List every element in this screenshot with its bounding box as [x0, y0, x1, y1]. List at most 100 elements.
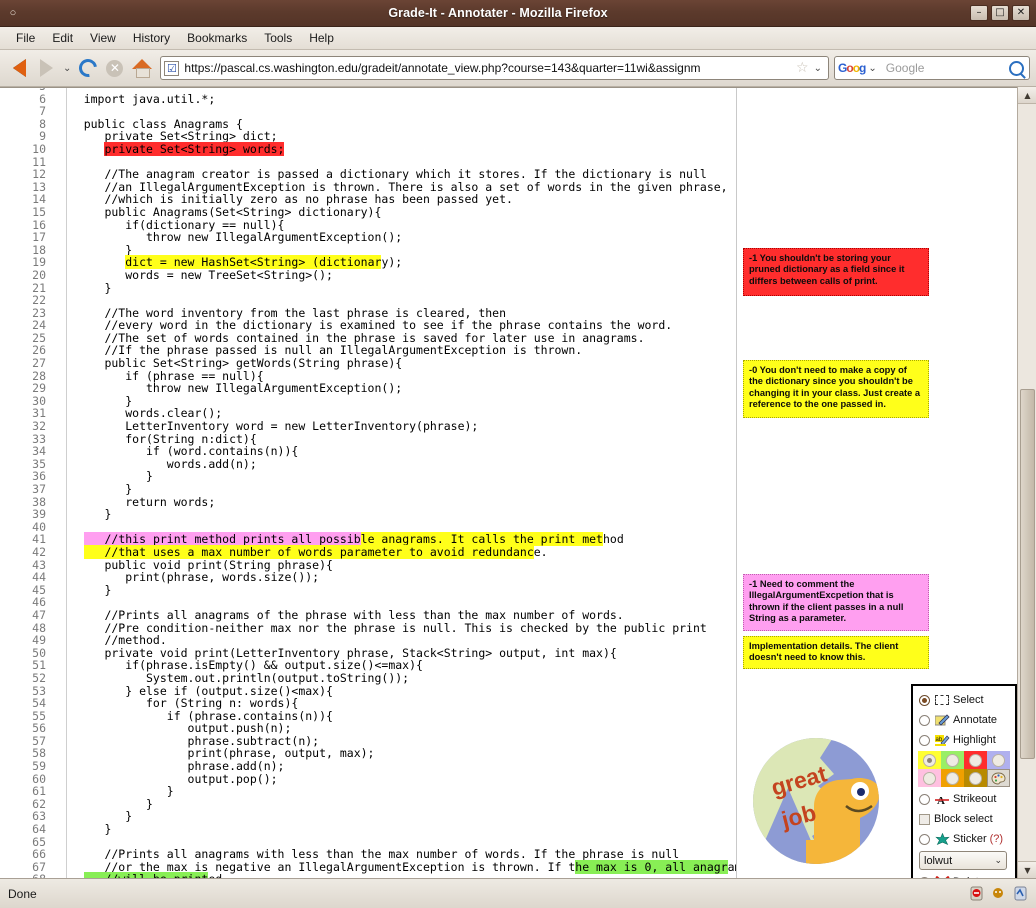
- tool-option-sticker[interactable]: Sticker (?): [919, 829, 1015, 849]
- strikeout-radio[interactable]: [919, 793, 930, 805]
- url-bar[interactable]: ☑ https://pascal.cs.washington.edu/grade…: [160, 56, 829, 80]
- color-swatch-yellow[interactable]: [918, 751, 941, 769]
- tool-label-select: Select: [953, 694, 984, 706]
- great-job-sticker[interactable]: great job: [742, 736, 890, 866]
- annotate-radio[interactable]: [919, 714, 930, 726]
- color-swatch-pink[interactable]: [918, 769, 941, 787]
- tool-label-annotate: Annotate: [953, 714, 998, 726]
- forward-button[interactable]: [33, 55, 60, 82]
- search-icon[interactable]: [1009, 60, 1024, 76]
- scrollbar-thumb[interactable]: [1020, 389, 1035, 759]
- menu-tools[interactable]: Tools: [256, 29, 301, 47]
- url-input[interactable]: https://pascal.cs.washington.edu/gradeit…: [179, 61, 794, 75]
- color-swatch-dark-gold[interactable]: [964, 769, 987, 787]
- google-logo-icon[interactable]: Goog: [838, 62, 866, 74]
- annotation-text: -0 You don't need to make a copy of the …: [749, 365, 921, 410]
- star-sticker-icon: [934, 832, 950, 846]
- tool-option-strikeout[interactable]: A Strikeout: [919, 789, 1015, 809]
- line-number: 57: [32, 733, 46, 748]
- annotation-text: Implementation details. The client doesn…: [749, 641, 899, 663]
- tool-option-annotate[interactable]: Annotate: [919, 710, 1015, 730]
- line-number: 64: [32, 822, 46, 837]
- menu-edit[interactable]: Edit: [44, 29, 82, 47]
- scroll-down-button[interactable]: ▼: [1018, 861, 1036, 878]
- site-identity-icon[interactable]: ☑: [164, 60, 180, 76]
- line-number: 51: [32, 658, 46, 673]
- sticker-help-link[interactable]: (?): [990, 833, 1003, 845]
- search-engine-dropdown-icon[interactable]: ⌄: [865, 63, 879, 74]
- line-number: 12: [32, 167, 46, 182]
- greasemonkey-icon[interactable]: [990, 885, 1006, 903]
- maximize-button[interactable]: □: [991, 5, 1009, 21]
- tool-option-block-select[interactable]: Block select: [919, 809, 1015, 829]
- line-number: 48: [32, 620, 46, 635]
- line-number: 66: [32, 847, 46, 862]
- tool-option-select[interactable]: Select: [919, 690, 1015, 710]
- annotation-note[interactable]: -1 Need to comment the IllegalArgumentEx…: [743, 574, 929, 631]
- menu-bookmarks[interactable]: Bookmarks: [179, 29, 256, 47]
- menu-view[interactable]: View: [82, 29, 125, 47]
- color-swatch-red[interactable]: [964, 751, 987, 769]
- annotation-note[interactable]: Implementation details. The client doesn…: [743, 636, 929, 669]
- color-palette-icon[interactable]: [987, 769, 1010, 787]
- tool-label-strikeout: Strikeout: [953, 793, 997, 805]
- search-bar[interactable]: Goog ⌄ Google: [834, 56, 1030, 80]
- window-controls: – □ ✕: [970, 5, 1036, 21]
- line-number: 18: [32, 242, 46, 257]
- line-number: 19: [32, 255, 46, 270]
- code-viewer[interactable]: 56 import java.util.*;78 public class An…: [0, 88, 736, 878]
- code-line[interactable]: 6 import java.util.*;: [0, 91, 736, 106]
- line-number: 52: [32, 670, 46, 685]
- sticker-radio[interactable]: [919, 833, 930, 845]
- line-number: 6: [39, 91, 46, 106]
- line-number: 38: [32, 494, 46, 509]
- url-dropdown-icon[interactable]: ⌄: [811, 63, 825, 74]
- close-button[interactable]: ✕: [1012, 5, 1030, 21]
- window-menu-icon[interactable]: ○: [0, 0, 26, 26]
- line-number: 67: [32, 859, 46, 874]
- stop-button[interactable]: ✕: [101, 55, 128, 82]
- highlight-radio[interactable]: [919, 734, 930, 746]
- annotation-note[interactable]: -0 You don't need to make a copy of the …: [743, 360, 929, 418]
- minimize-button[interactable]: –: [970, 5, 988, 21]
- sticker-select-value: lolwut: [924, 854, 953, 867]
- vertical-scrollbar[interactable]: ▲ ▼: [1017, 87, 1036, 878]
- menu-history[interactable]: History: [125, 29, 179, 47]
- line-number: 59: [32, 759, 46, 774]
- history-dropdown-button[interactable]: ⌄: [60, 63, 74, 74]
- line-number: 23: [32, 305, 46, 320]
- menu-help[interactable]: Help: [301, 29, 343, 47]
- block-select-checkbox[interactable]: [919, 813, 930, 825]
- line-number: 36: [32, 469, 46, 484]
- code-line[interactable]: 39 }: [0, 508, 736, 521]
- back-button[interactable]: [6, 55, 33, 82]
- status-bar: Done: [0, 878, 1036, 908]
- line-number: 50: [32, 645, 46, 660]
- stop-icon: ✕: [106, 59, 124, 77]
- color-swatch-orange[interactable]: [941, 769, 964, 787]
- page-content: 56 import java.util.*;78 public class An…: [0, 87, 1036, 878]
- firefox-sync-icon[interactable]: [1012, 885, 1028, 903]
- home-button[interactable]: [128, 55, 155, 82]
- color-swatch-periwinkle[interactable]: [987, 751, 1010, 769]
- scroll-up-button[interactable]: ▲: [1018, 87, 1036, 104]
- code-line[interactable]: 45 }: [0, 583, 736, 597]
- bookmark-star-icon[interactable]: ☆: [794, 60, 811, 76]
- menu-file[interactable]: File: [8, 29, 44, 47]
- code-line[interactable]: 64 }: [0, 823, 736, 836]
- annotation-note[interactable]: -1 You shouldn't be storing your pruned …: [743, 248, 929, 296]
- search-input[interactable]: Google: [880, 61, 1009, 75]
- line-number: 53: [32, 683, 46, 698]
- code-line[interactable]: 21 }: [0, 281, 736, 295]
- reload-button[interactable]: [74, 55, 101, 82]
- tool-option-highlight[interactable]: ab Highlight: [919, 730, 1015, 750]
- line-number: 49: [32, 633, 46, 648]
- color-swatch-row-1: [918, 751, 1015, 769]
- select-radio[interactable]: [919, 694, 930, 706]
- color-swatch-green[interactable]: [941, 751, 964, 769]
- adblock-icon[interactable]: [968, 885, 984, 903]
- sticker-select-dropdown[interactable]: lolwut ⌄: [919, 851, 1007, 870]
- line-number: 24: [32, 318, 46, 333]
- code-line[interactable]: 10 private Set<String> words;: [0, 141, 736, 156]
- firefox-window: ○ Grade-It - Annotater - Mozilla Firefox…: [0, 0, 1036, 908]
